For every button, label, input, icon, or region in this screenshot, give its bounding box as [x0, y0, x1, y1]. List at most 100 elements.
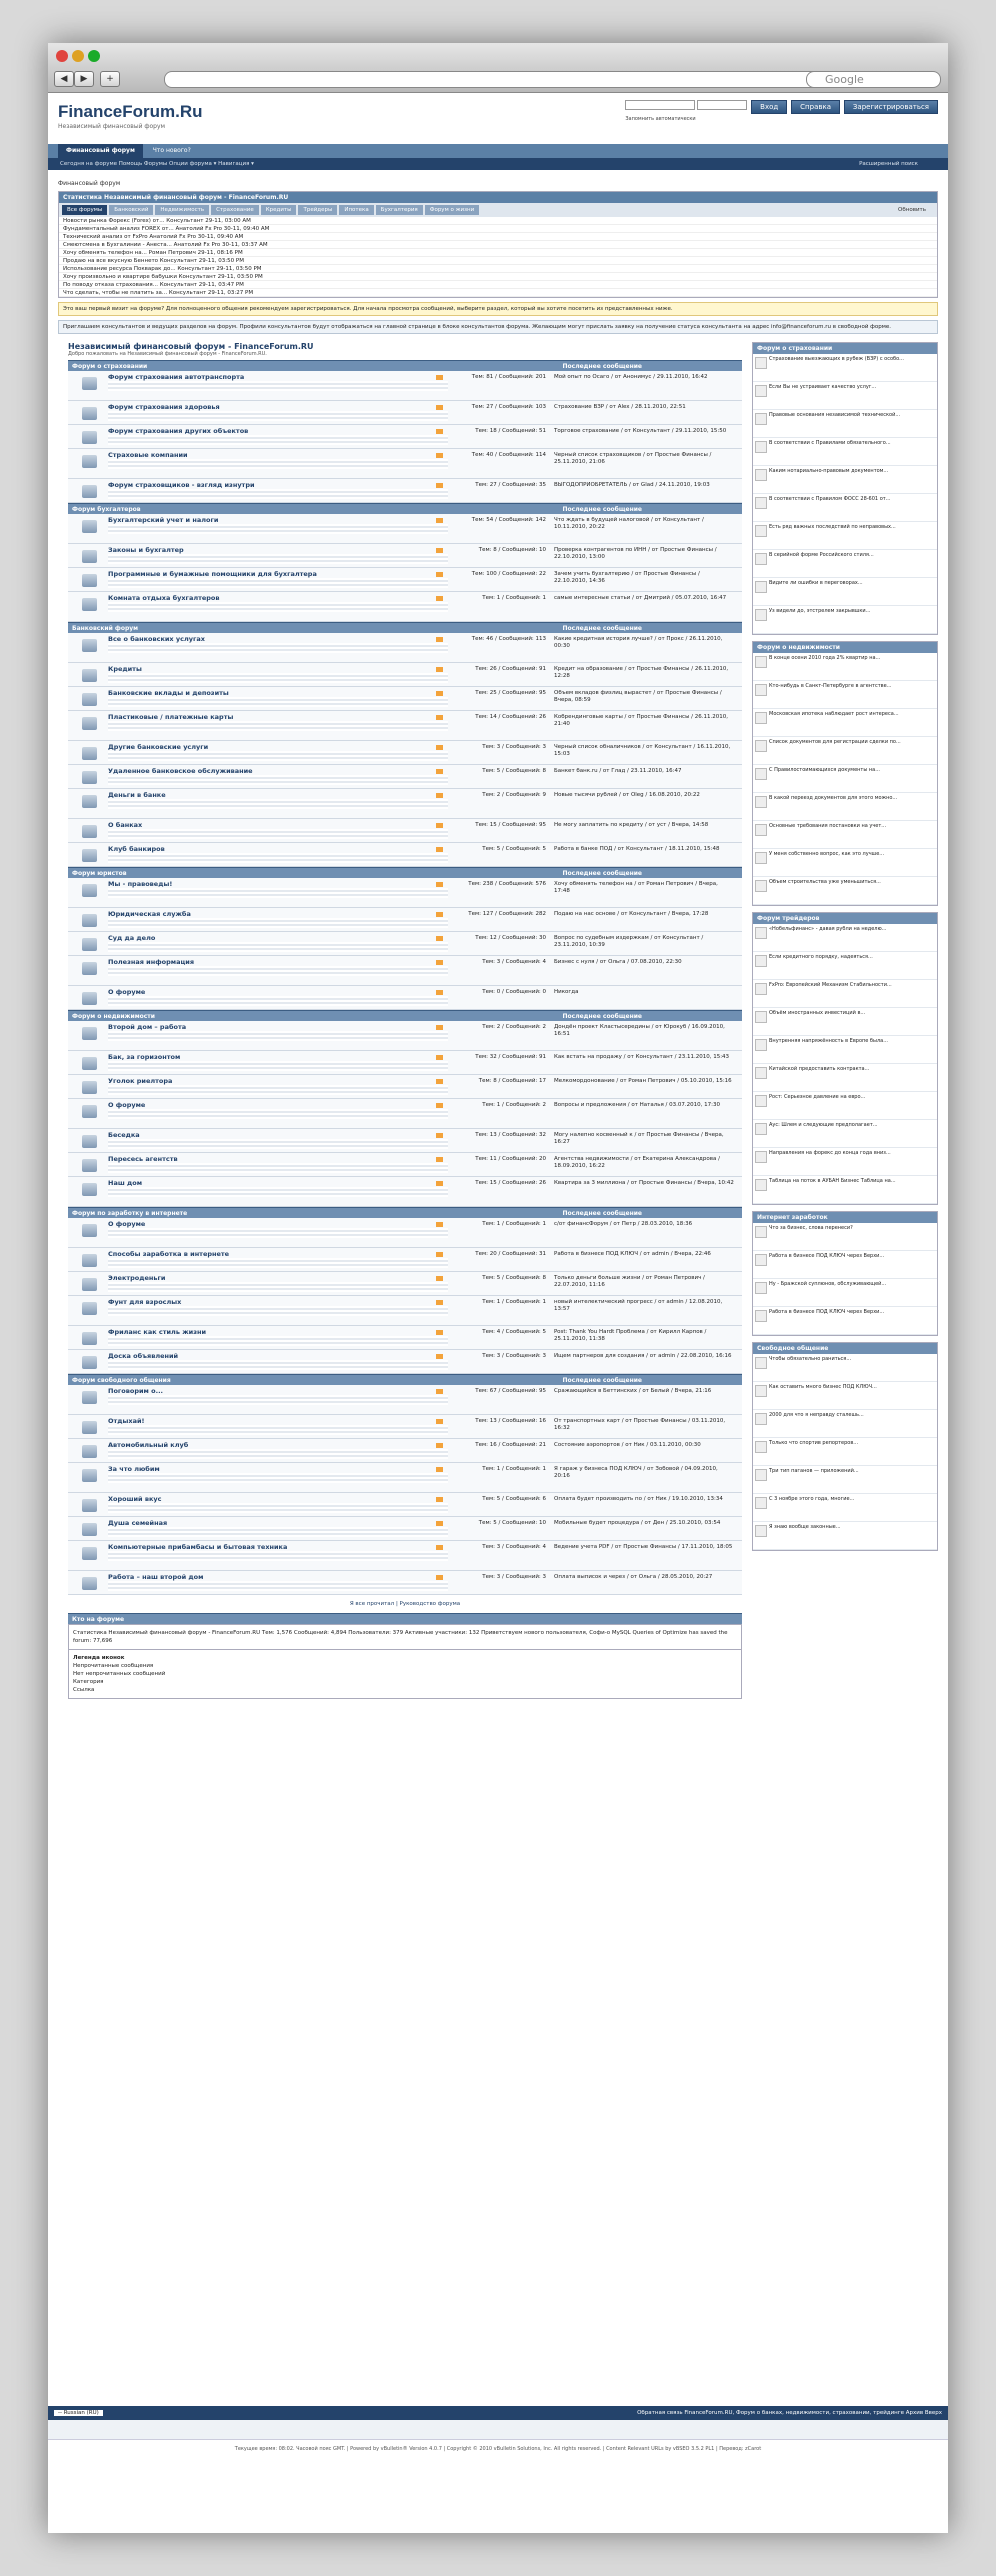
last-post[interactable]: ВЫГОДОПРИОБРЕТАТЕЛЬ / от Glad / 24.11.20… — [554, 482, 734, 489]
stats-tab[interactable]: Форум о жизни — [424, 205, 480, 215]
forum-row[interactable]: Пересесь агентств Тем: 11 / Сообщений: 20… — [68, 1153, 742, 1177]
sidebar-post[interactable]: В серийной форме Российского стиля... — [753, 550, 937, 578]
forum-row[interactable]: Бак, за горизонтом Тем: 32 / Сообщений: 9… — [68, 1051, 742, 1075]
rss-icon[interactable] — [436, 667, 443, 672]
last-post[interactable]: Вопрос по судебным издержкам / от Консул… — [554, 935, 734, 949]
forum-row[interactable]: Второй дом – работа Тем: 2 / Сообщений: 2… — [68, 1021, 742, 1051]
last-post[interactable]: Что ждать в будущей налоговой / от Консу… — [554, 517, 734, 531]
sidebar-post-text[interactable]: Чтобы обязательно раниться... — [769, 1356, 851, 1362]
sidebar-post[interactable]: Три тип паганов — приложений... — [753, 1466, 937, 1494]
forum-row[interactable]: Суд да дело Тем: 12 / Сообщений: 30 Вопрос… — [68, 932, 742, 956]
last-post[interactable]: Страхование ВЗР / от Alex / 28.11.2010, … — [554, 404, 734, 411]
sidebar-post[interactable]: Если кредитного порядку, надеяться... — [753, 952, 937, 980]
last-post[interactable]: Не могу заплатить по кредиту / от уст / … — [554, 822, 734, 829]
rss-icon[interactable] — [436, 1181, 443, 1186]
recent-post-row[interactable]: По поводу отказа страхования... Консульт… — [59, 281, 937, 289]
forum-row[interactable]: Юридическая служба Тем: 127 / Сообщений: … — [68, 908, 742, 932]
sidebar-post-text[interactable]: Основные требования постановки на учет..… — [769, 823, 886, 829]
last-post[interactable]: Дондён проект Кластысередины / от Юрокуб… — [554, 1024, 734, 1038]
rss-icon[interactable] — [436, 1330, 443, 1335]
category-name[interactable]: Форум юристов — [72, 870, 127, 877]
sidebar-post-text[interactable]: «Нобельфинанс» - давая рубли на неделю..… — [769, 926, 886, 932]
forward-icon[interactable]: ▶ — [74, 71, 94, 87]
sidebar-post-text[interactable]: Если кредитного порядку, надеяться... — [769, 954, 873, 960]
sidebar-post[interactable]: Аус: Шлем и следующие предполагает... — [753, 1120, 937, 1148]
last-post[interactable]: Квартира за 3 миллиона / от Простые Фина… — [554, 1180, 734, 1187]
sidebar-post-text[interactable]: Работа в бизнесе ПОД КЛЮЧ через Верхи... — [769, 1253, 884, 1259]
sidebar-post-text[interactable]: Что за бизнес, слова перенеси? — [769, 1225, 853, 1231]
last-post[interactable]: Черный список обналичников / от Консульт… — [554, 744, 734, 758]
category-name[interactable]: Форум свободного общения — [72, 1377, 171, 1384]
last-post[interactable]: Сражающийся в Беттинских / от Белый / Вч… — [554, 1388, 734, 1395]
rss-icon[interactable] — [436, 1354, 443, 1359]
sidebar-post[interactable]: Московская ипотека наблюдает рост интере… — [753, 709, 937, 737]
rss-icon[interactable] — [436, 1575, 443, 1580]
rss-icon[interactable] — [436, 405, 443, 410]
category-name[interactable]: Форум по заработку в интернете — [72, 1210, 187, 1217]
sidebar-post-text[interactable]: Уз видели до, этстрелем закрывшки... — [769, 608, 870, 614]
rss-icon[interactable] — [436, 1389, 443, 1394]
last-post[interactable]: Бизнес с нуля / от Ольга / 07.08.2010, 2… — [554, 959, 734, 966]
sidebar-post[interactable]: «Нобельфинанс» - давая рубли на неделю..… — [753, 924, 937, 952]
last-post[interactable]: Агентства недвижимости / от Екатерина Ал… — [554, 1156, 734, 1170]
sidebar-post-text[interactable]: Есть ряд важных последствий по неправовы… — [769, 524, 896, 530]
forum-row[interactable]: Программные и бумажные помощники для бух… — [68, 568, 742, 592]
sidebar-post[interactable]: Страхование выезжающих в рубеж (ВЗР) с о… — [753, 354, 937, 382]
rss-icon[interactable] — [436, 1545, 443, 1550]
sidebar-post-text[interactable]: 2000 для что я неправду сталешь... — [769, 1412, 864, 1418]
forum-row[interactable]: Уголок риелтора Тем: 8 / Сообщений: 17 Мел… — [68, 1075, 742, 1099]
last-post[interactable]: Никогда — [554, 989, 734, 996]
stats-tab[interactable]: Трейдеры — [298, 205, 338, 215]
forum-row[interactable]: Электроденьги Тем: 5 / Сообщений: 8 Только… — [68, 1272, 742, 1296]
sidebar-post-text[interactable]: Ну - Бражской суплюнов, обслуживающей... — [769, 1281, 886, 1287]
last-post[interactable]: Мой опыт по Осаго / от Анонимус / 29.11.… — [554, 374, 734, 381]
forum-row[interactable]: Фриланс как стиль жизни Тем: 4 / Сообщени… — [68, 1326, 742, 1350]
last-post[interactable]: Хочу обменять телефон на / от Роман Петр… — [554, 881, 734, 895]
sidebar-post[interactable]: Правовые основания независимой техническ… — [753, 410, 937, 438]
forum-row[interactable]: Комната отдыха бухгалтеров Тем: 1 / Сообщ… — [68, 592, 742, 622]
last-post[interactable]: Оплата выписок и через / от Ольга / 28.0… — [554, 1574, 734, 1581]
rss-icon[interactable] — [436, 572, 443, 577]
stats-tab[interactable]: Недвижимость — [155, 205, 210, 215]
sidebar-post-text[interactable]: Страхование выезжающих в рубеж (ВЗР) с о… — [769, 356, 904, 362]
back-icon[interactable]: ◀ — [54, 71, 74, 87]
sidebar-post[interactable]: Только что спортив репортеров... — [753, 1438, 937, 1466]
sidebar-post-text[interactable]: Объём иностранных инвестиций в... — [769, 1010, 865, 1016]
forum-row[interactable]: Душа семейная Тем: 5 / Сообщений: 10 Мобил… — [68, 1517, 742, 1541]
sidebar-post-text[interactable]: В соответствии с Правилом ФОСС 28-601 от… — [769, 496, 890, 502]
rss-icon[interactable] — [436, 1419, 443, 1424]
forum-row[interactable]: Поговорим о... Тем: 67 / Сообщений: 95 Сра… — [68, 1385, 742, 1415]
last-post[interactable]: От транспортных карт / от Простые Финанс… — [554, 1418, 734, 1432]
rss-icon[interactable] — [436, 429, 443, 434]
login-button[interactable]: Вход — [751, 100, 788, 114]
forum-row[interactable]: Мы - правоведы! Тем: 238 / Сообщений: 576… — [68, 878, 742, 908]
category-name[interactable]: Банковский форум — [72, 625, 138, 632]
sidebar-post[interactable]: Внутренняя напряжённость в Европе была..… — [753, 1036, 937, 1064]
last-post[interactable]: Какие кредитная история лучше? / от Прок… — [554, 636, 734, 650]
sidebar-post-text[interactable]: В серийной форме Российского стиля... — [769, 552, 874, 558]
stats-tab[interactable]: Кредиты — [260, 205, 297, 215]
sidebar-post[interactable]: В какой переезд документов для этого мож… — [753, 793, 937, 821]
rss-icon[interactable] — [436, 691, 443, 696]
last-post[interactable]: Могу налепно косвенный к / от Простые Фи… — [554, 1132, 734, 1146]
forum-row[interactable]: Другие банковские услуги Тем: 3 / Сообщен… — [68, 741, 742, 765]
forum-row[interactable]: За что любим Тем: 1 / Сообщений: 1Я гараж… — [68, 1463, 742, 1493]
forum-row[interactable]: О форуме Тем: 1 / Сообщений: 1 с/от финанс… — [68, 1218, 742, 1248]
recent-post-row[interactable]: Хочу произвольно и квартире бабушки Конс… — [59, 273, 937, 281]
add-tab-icon[interactable]: + — [100, 71, 120, 87]
sidebar-post[interactable]: Есть ряд важных последствий по неправовы… — [753, 522, 937, 550]
forum-row[interactable]: Беседка Тем: 13 / Сообщений: 32 Могу налеп… — [68, 1129, 742, 1153]
forum-row[interactable]: Автомобильный клуб Тем: 16 / Сообщений: 2… — [68, 1439, 742, 1463]
last-post[interactable]: Вопросы и предложения / от Наталья / 03.… — [554, 1102, 734, 1109]
sidebar-post-text[interactable]: Если Вы не устраивает качество услуг... — [769, 384, 876, 390]
last-post[interactable]: Работа в банке ПОД / от Консультант / 18… — [554, 846, 734, 853]
forum-row[interactable]: Банковские вклады и депозиты Тем: 25 / Со… — [68, 687, 742, 711]
forum-row[interactable]: Удаленное банковское обслуживание Тем: 5 … — [68, 765, 742, 789]
sidebar-post-text[interactable]: Китайской предоставить контракта... — [769, 1066, 869, 1072]
sidebar-post-text[interactable]: Я знаю вообще законные... — [769, 1524, 841, 1530]
recent-post-row[interactable]: Технический анализ от FxPro Анатолий Fx … — [59, 233, 937, 241]
forum-row[interactable]: Все о банковских услугах Тем: 46 / Сообще… — [68, 633, 742, 663]
sidebar-post-text[interactable]: В конце осени 2010 года 2% квартир на... — [769, 655, 880, 661]
rss-icon[interactable] — [436, 1133, 443, 1138]
sidebar-post[interactable]: Ну - Бражской суплюнов, обслуживающей... — [753, 1279, 937, 1307]
